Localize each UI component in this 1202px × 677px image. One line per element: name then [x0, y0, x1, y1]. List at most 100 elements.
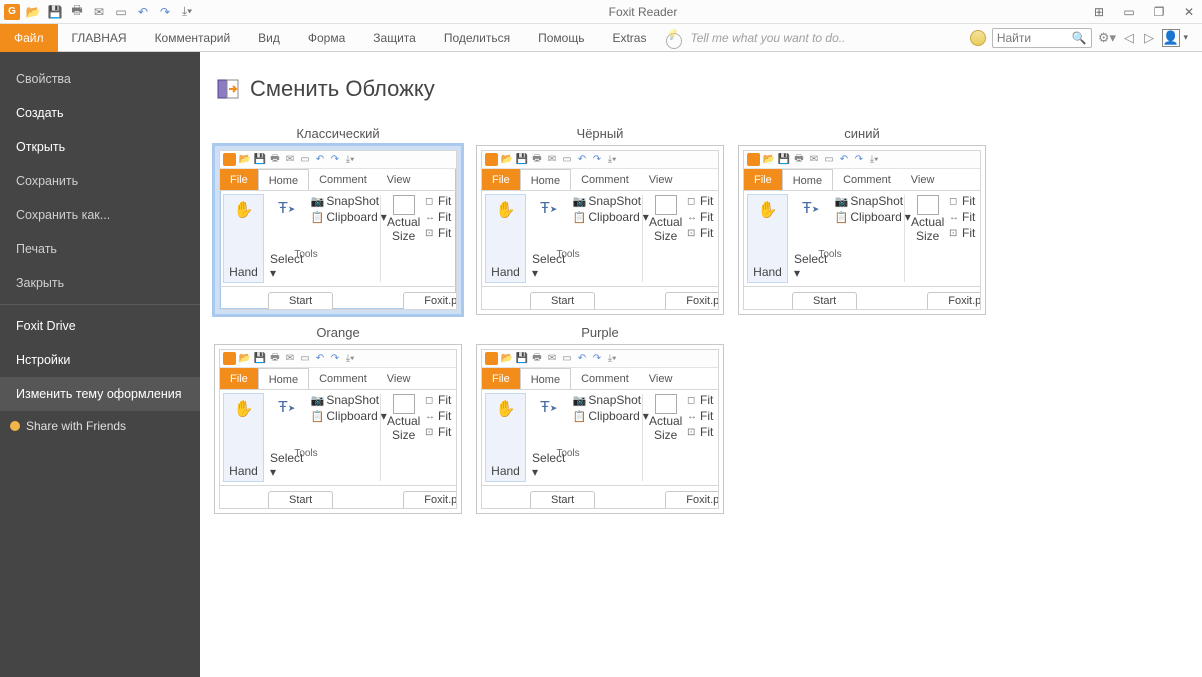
pv-tool-hand: ✋ Hand [223, 393, 264, 482]
pv-qat: 📂 💾 🖶 ✉ ▭ ↶ ↷ ⤓▾ [220, 151, 456, 169]
pv-tool-select: Ŧ➤ Select▾ [266, 393, 307, 482]
theme-name-label: синий [844, 122, 879, 145]
nav-next-icon[interactable]: ▷ [1142, 30, 1156, 46]
redo-icon: ↷ [329, 353, 341, 365]
pv-ribbon: ✋ Hand Ŧ➤ Select▾ 📷SnapShot 📋Clipboard ▾… [744, 191, 980, 287]
camera-icon: 📷 [835, 195, 847, 207]
theme-preview: 📂 💾 🖶 ✉ ▭ ↶ ↷ ⤓▾ File Home Comment View … [481, 349, 719, 509]
sidebar-item-properties[interactable]: Свойства [0, 62, 200, 96]
sidebar-item-foxitdrive[interactable]: Foxit Drive [0, 309, 200, 343]
globe-icon[interactable] [970, 30, 986, 46]
maximize-icon[interactable]: ❐ [1150, 5, 1168, 19]
tab-extras[interactable]: Extras [598, 24, 660, 52]
quick-access-toolbar: G 📂 💾 🖶 ✉ ▭ ↶ ↷ ⤓▾ [4, 3, 196, 21]
theme-card[interactable]: 📂 💾 🖶 ✉ ▭ ↶ ↷ ⤓▾ File Home Comment View … [476, 145, 724, 315]
sidebar-item-print[interactable]: Печать [0, 232, 200, 266]
pv-doc-tab-file: Foxit.pdf [403, 491, 457, 508]
sidebar-item-change-skin[interactable]: Изменить тему оформления [0, 377, 200, 411]
print-icon[interactable]: 🖶 [68, 3, 86, 21]
pv-tools-group-label: Tools [538, 448, 598, 459]
pv-ribbon: ✋ Hand Ŧ➤ Select▾ 📷SnapShot 📋Clipboard ▾… [482, 390, 718, 486]
pv-fit-options: ◻Fit ↔Fit ⊡Fit [687, 191, 718, 286]
pv-tool-select: Ŧ➤ Select▾ [528, 194, 569, 283]
share-dot-icon [10, 421, 20, 431]
undo-icon: ↶ [838, 154, 850, 166]
tab-form[interactable]: Форма [294, 24, 359, 52]
sidebar-item-save[interactable]: Сохранить [0, 164, 200, 198]
search-icon[interactable]: 🔍 [1072, 31, 1087, 45]
app-logo-icon[interactable]: G [4, 4, 20, 20]
theme-card[interactable]: 📂 💾 🖶 ✉ ▭ ↶ ↷ ⤓▾ File Home Comment View … [214, 344, 462, 514]
theme-name-label: Purple [581, 321, 619, 344]
redo-icon[interactable]: ↷ [156, 3, 174, 21]
pv-doc-tabs: Start Foxit.pdf [744, 287, 980, 309]
theme-card[interactable]: 📂 💾 🖶 ✉ ▭ ↶ ↷ ⤓▾ File Home Comment View … [476, 344, 724, 514]
save-icon[interactable]: 💾 [46, 3, 64, 21]
pv-actual-size: Actual Size [644, 191, 687, 286]
theme-card[interactable]: 📂 💾 🖶 ✉ ▭ ↶ ↷ ⤓▾ File Home Comment View … [738, 145, 986, 315]
undo-icon[interactable]: ↶ [134, 3, 152, 21]
theme-синий: синий 📂 💾 🖶 ✉ ▭ ↶ ↷ ⤓▾ File Home Comment… [734, 122, 990, 315]
pv-qat: 📂 💾 🖶 ✉ ▭ ↶ ↷ ⤓▾ [220, 350, 456, 368]
sidebar-item-open[interactable]: Открыть [0, 130, 200, 164]
pv-tab-file: File [220, 169, 258, 190]
tab-help[interactable]: Помощь [524, 24, 598, 52]
body: Свойства Создать Открыть Сохранить Сохра… [0, 52, 1202, 677]
gear-icon[interactable]: ⚙▾ [1098, 30, 1116, 46]
pv-doc-tabs: Start Foxit.pdf [482, 287, 718, 309]
blank-icon: ▭ [299, 353, 311, 365]
folder-open-icon: 📂 [239, 353, 251, 365]
theme-preview: 📂 💾 🖶 ✉ ▭ ↶ ↷ ⤓▾ File Home Comment View … [219, 349, 457, 509]
user-icon[interactable]: 👤 [1162, 29, 1180, 47]
theme-card[interactable]: 📂 💾 🖶 ✉ ▭ ↶ ↷ ⤓▾ File Home Comment View … [214, 145, 462, 315]
pv-tool-hand: ✋ Hand [747, 194, 788, 283]
theme-классический: Классический 📂 💾 🖶 ✉ ▭ ↶ ↷ ⤓▾ File Home … [210, 122, 466, 315]
clipboard-icon: 📋 [311, 410, 323, 422]
sidebar-item-close[interactable]: Закрыть [0, 266, 200, 300]
folder-open-icon[interactable]: 📂 [24, 3, 42, 21]
print-icon: 🖶 [269, 154, 281, 166]
scroll-mode-icon: ⤓▾ [344, 154, 356, 166]
pv-doc-tab-file: Foxit.pdf [403, 292, 457, 309]
pv-doc-tabs: Start Foxit.pdf [220, 287, 456, 309]
pv-fit-options: ◻Fit ↔Fit ⊡Fit [425, 191, 456, 286]
pv-ribbon: ✋ Hand Ŧ➤ Select▾ 📷SnapShot 📋Clipboard ▾… [482, 191, 718, 287]
sidebar-item-saveas[interactable]: Сохранить как... [0, 198, 200, 232]
theme-purple: Purple 📂 💾 🖶 ✉ ▭ ↶ ↷ ⤓▾ File Home Commen… [472, 321, 728, 514]
ribbon-collapse-icon[interactable]: ⊞ [1090, 5, 1108, 19]
nav-prev-icon[interactable]: ◁ [1122, 30, 1136, 46]
tab-view[interactable]: Вид [244, 24, 294, 52]
sidebar-item-settings[interactable]: Нстройки [0, 343, 200, 377]
sidebar-item-share-friends[interactable]: Share with Friends [0, 411, 200, 441]
pv-tab-home: Home [258, 169, 309, 190]
pv-fit-options: ◻Fit ↔Fit ⊡Fit [687, 390, 718, 485]
scroll-mode-icon[interactable]: ⤓▾ [178, 3, 196, 21]
tab-comment[interactable]: Комментарий [141, 24, 245, 52]
tab-protect[interactable]: Защита [359, 24, 430, 52]
search-input[interactable]: Найти 🔍 [992, 28, 1092, 48]
fit-width-icon: ↔ [687, 212, 698, 223]
close-icon[interactable]: ✕ [1180, 5, 1198, 19]
window-controls: ⊞ ▭ ❐ ✕ [1090, 5, 1198, 19]
pv-ribbon: ✋ Hand Ŧ➤ Select▾ 📷SnapShot 📋Clipboard ▾… [220, 390, 456, 486]
minimize-icon[interactable]: ▭ [1120, 5, 1138, 19]
pv-fit-options: ◻Fit ↔Fit ⊡Fit [425, 390, 456, 485]
pv-separator [642, 195, 643, 282]
undo-icon: ↶ [576, 154, 588, 166]
mail-icon[interactable]: ✉ [90, 3, 108, 21]
pv-tab-home: Home [782, 169, 833, 190]
tell-me-input[interactable]: Tell me what you want to do.. [660, 31, 969, 45]
tab-home[interactable]: ГЛАВНАЯ [58, 24, 141, 52]
pv-tools-group-label: Tools [276, 448, 336, 459]
tab-share[interactable]: Поделиться [430, 24, 524, 52]
save-icon: 💾 [516, 353, 528, 365]
sidebar-item-create[interactable]: Создать [0, 96, 200, 130]
mail-icon: ✉ [284, 353, 296, 365]
pv-tab-home: Home [520, 169, 571, 190]
pv-tab-comment: Comment [309, 368, 377, 389]
theme-чёрный: Чёрный 📂 💾 🖶 ✉ ▭ ↶ ↷ ⤓▾ File Home Commen… [472, 122, 728, 315]
tab-file[interactable]: Файл [0, 24, 58, 52]
pv-actual-size: Actual Size [382, 191, 425, 286]
pv-snapshot-clipboard: 📷SnapShot 📋Clipboard ▾ [571, 390, 641, 485]
blank-icon[interactable]: ▭ [112, 3, 130, 21]
